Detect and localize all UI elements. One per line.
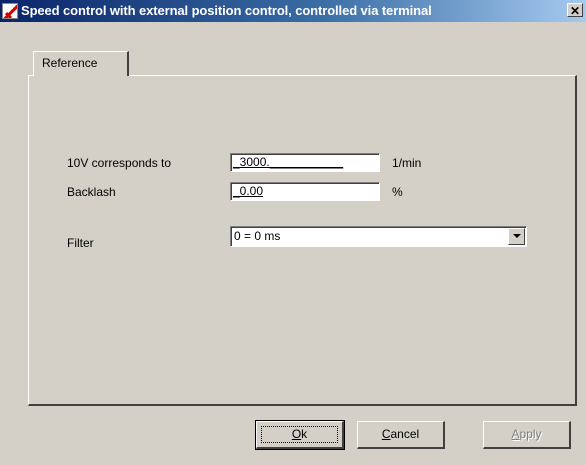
window-title: Speed control with external position con… (21, 3, 432, 18)
apply-mnemonic: A (511, 427, 520, 441)
close-icon[interactable]: ✕ (567, 3, 583, 18)
cancel-button[interactable]: Cancel (357, 421, 445, 449)
app-icon (2, 3, 18, 19)
ok-focus-ring (261, 426, 338, 443)
reference-panel (28, 75, 577, 406)
cancel-label-rest: ancel (390, 427, 420, 441)
tab-reference[interactable]: Reference (33, 51, 129, 76)
title-bar[interactable]: Speed control with external position con… (0, 0, 586, 22)
ok-button[interactable]: Ok (255, 420, 345, 450)
apply-label-rest: pply (519, 427, 542, 441)
tab-reference-label: Reference (42, 56, 98, 70)
apply-button[interactable]: Apply (483, 421, 571, 449)
